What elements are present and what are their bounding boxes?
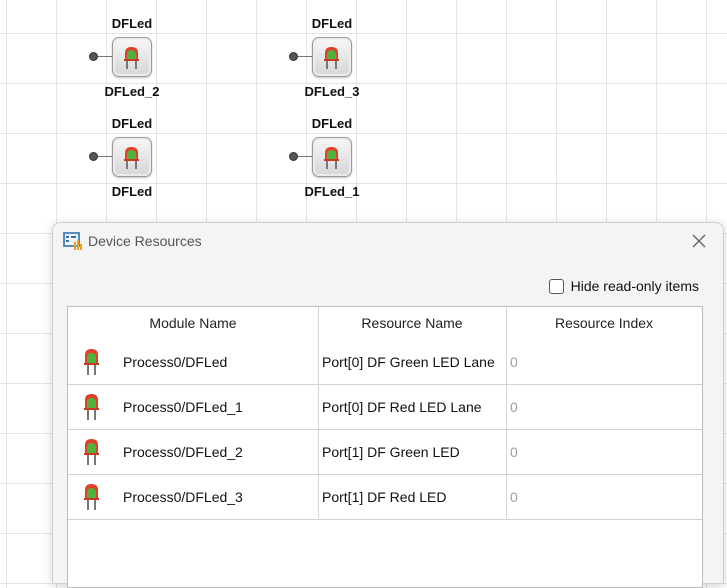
dfled-block[interactable]: DFLed DFLed — [89, 116, 172, 206]
column-header-resource-index[interactable]: Resource Index — [506, 307, 702, 340]
led-block-icon[interactable] — [312, 37, 352, 77]
block-top-label: DFLed — [311, 116, 353, 131]
close-icon[interactable] — [689, 231, 709, 251]
led-block-icon[interactable] — [112, 37, 152, 77]
led-block-icon[interactable] — [112, 137, 152, 177]
input-port[interactable] — [89, 52, 98, 61]
table-row[interactable]: Process0/DFLed_1 Port[0] DF Red LED Lane… — [68, 385, 702, 430]
device-resources-dialog: Device Resources Hide read-only items Mo… — [52, 222, 724, 588]
dialog-title: Device Resources — [88, 233, 202, 249]
hide-readonly-option[interactable]: Hide read-only items — [548, 276, 699, 296]
table-row[interactable]: Process0/DFLed Port[0] DF Green LED Lane… — [68, 340, 702, 385]
module-name-cell: Process0/DFLed — [123, 354, 228, 370]
resource-name-cell[interactable]: Port[0] DF Red LED Lane — [322, 385, 482, 429]
led-icon — [84, 439, 99, 465]
column-header-module-name[interactable]: Module Name — [68, 307, 318, 340]
dfled-block[interactable]: DFLed DFLed_1 — [289, 116, 372, 206]
resources-table: Module Name Resource Name Resource Index… — [67, 306, 703, 588]
module-name-cell: Process0/DFLed_3 — [123, 489, 243, 505]
table-row[interactable]: Process0/DFLed_3 Port[1] DF Red LED 0 — [68, 475, 702, 520]
block-top-label: DFLed — [311, 16, 353, 31]
resource-index-cell[interactable]: 0 — [510, 385, 518, 429]
block-top-label: DFLed — [111, 116, 153, 131]
input-port[interactable] — [289, 52, 298, 61]
resource-name-cell[interactable]: Port[1] DF Red LED — [322, 475, 447, 519]
led-icon — [84, 349, 99, 375]
block-top-label: DFLed — [111, 16, 153, 31]
resource-index-cell[interactable]: 0 — [510, 430, 518, 474]
resource-index-cell[interactable]: 0 — [510, 475, 518, 519]
resource-name-cell[interactable]: Port[0] DF Green LED Lane — [322, 340, 495, 384]
table-row[interactable]: Process0/DFLed_2 Port[1] DF Green LED 0 — [68, 430, 702, 475]
dfled-block[interactable]: DFLed DFLed_2 — [89, 16, 172, 106]
block-name-label: DFLed_2 — [104, 84, 160, 99]
dfled-block[interactable]: DFLed DFLed_3 — [289, 16, 372, 106]
led-icon — [84, 394, 99, 420]
dialog-titlebar[interactable]: Device Resources — [53, 223, 723, 259]
block-name-label: DFLed_3 — [304, 84, 360, 99]
hide-readonly-checkbox[interactable] — [548, 278, 564, 294]
resource-index-cell[interactable]: 0 — [510, 340, 518, 384]
input-port[interactable] — [89, 152, 98, 161]
hide-readonly-label: Hide read-only items — [570, 278, 699, 294]
led-icon — [84, 484, 99, 510]
column-header-resource-name[interactable]: Resource Name — [318, 307, 506, 340]
block-name-label: DFLed_1 — [304, 184, 360, 199]
module-name-cell: Process0/DFLed_2 — [123, 444, 243, 460]
device-resources-icon — [63, 232, 82, 250]
table-header: Module Name Resource Name Resource Index — [68, 307, 702, 340]
module-name-cell: Process0/DFLed_1 — [123, 399, 243, 415]
resource-name-cell[interactable]: Port[1] DF Green LED — [322, 430, 460, 474]
block-name-label: DFLed — [111, 184, 153, 199]
input-port[interactable] — [289, 152, 298, 161]
led-block-icon[interactable] — [312, 137, 352, 177]
